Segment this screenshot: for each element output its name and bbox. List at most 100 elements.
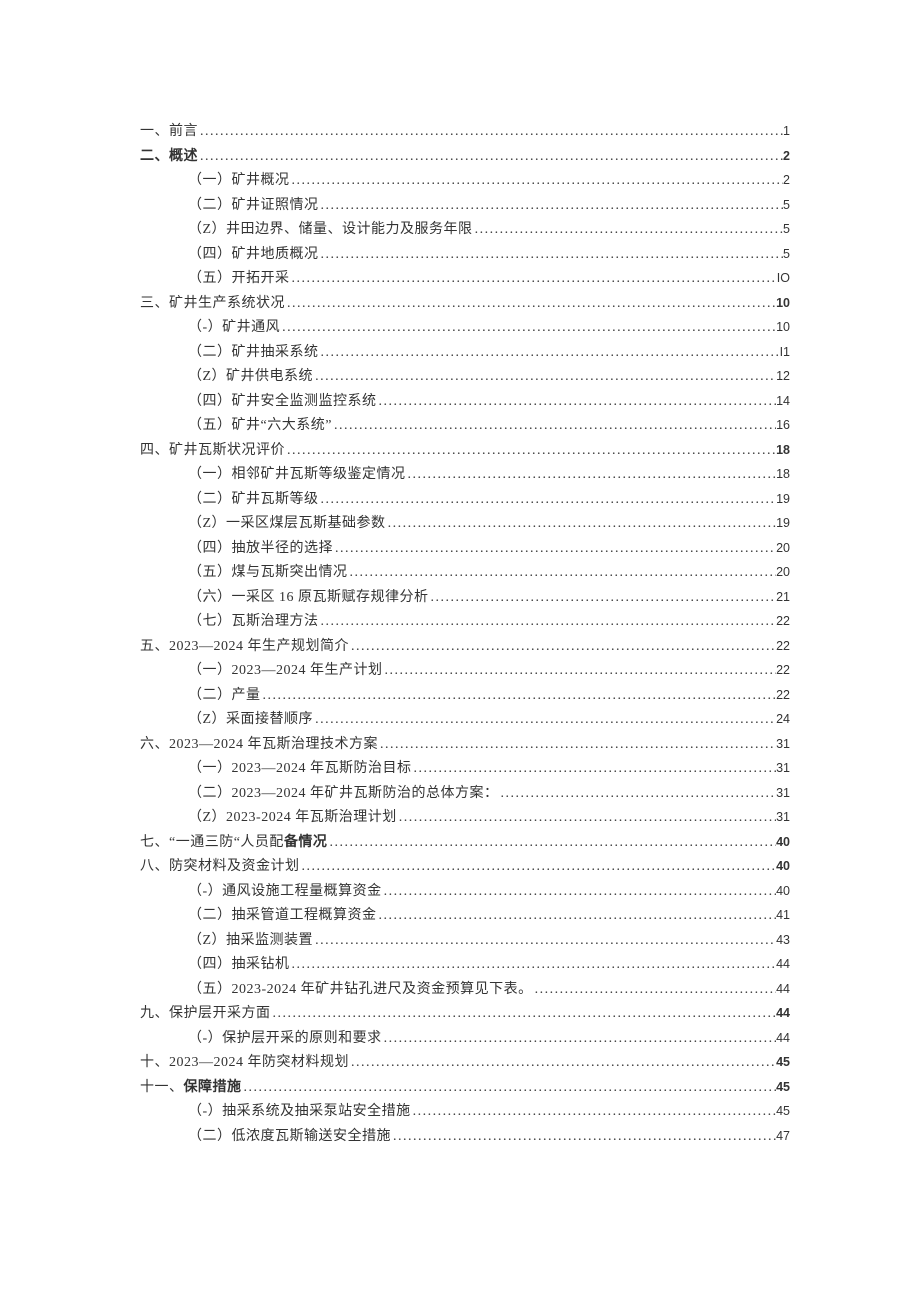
toc-entry: （一）2023—2024 年瓦斯防治目标 31 [188, 757, 790, 782]
toc-entry: （四）矿井安全监测监控系统 14 [188, 390, 790, 415]
toc-entry: 六、2023—2024 年瓦斯治理技术方案31 [140, 733, 790, 758]
toc-label: （四）抽放半径的选择 [188, 537, 333, 562]
toc-page: 21 [776, 587, 790, 609]
toc-entry: （Z）矿井供电系统12 [188, 365, 790, 390]
toc-entry: （五）2023-2024 年矿井钻孔进尺及资金预算见下表。 44 [188, 978, 790, 1003]
toc-leader [397, 806, 776, 831]
toc-label: 十、2023—2024 年防突材料规划 [140, 1051, 349, 1076]
toc-page: 22 [776, 685, 790, 707]
toc-leader [378, 733, 776, 758]
toc-page: 44 [776, 954, 790, 976]
toc-label: （Z）抽采监测装置 [188, 929, 313, 954]
toc-label: （四）矿井安全监测监控系统 [188, 390, 377, 415]
toc-entry: （一）矿井概况2 [188, 169, 790, 194]
toc-label: 五、2023—2024 年生产规划简介 [140, 635, 349, 660]
toc-leader [386, 512, 777, 537]
toc-label: （二）2023—2024 年矿井瓦斯防治的总体方案： [188, 782, 499, 807]
toc-leader [377, 904, 777, 929]
toc-page: 20 [776, 538, 790, 560]
toc-leader [319, 610, 777, 635]
toc-leader [285, 439, 776, 464]
toc-label: 四、矿井瓦斯状况评价 [140, 439, 285, 464]
toc-entry: 五、2023—2024 年生产规划简介22 [140, 635, 790, 660]
toc-label: （-）通风设施工程量概算资金 [188, 880, 382, 905]
toc-leader [280, 316, 776, 341]
toc-leader [242, 1076, 777, 1101]
toc-entry: 八、防突材料及资金计划 40 [140, 855, 790, 880]
toc-leader [271, 1002, 777, 1027]
toc-leader [391, 1125, 776, 1150]
toc-page: 18 [776, 464, 790, 486]
toc-leader [333, 537, 776, 562]
toc-entry: （二）2023—2024 年矿井瓦斯防治的总体方案：31 [188, 782, 790, 807]
toc-page: 5 [783, 195, 790, 217]
toc-entry: 七、“一通三防“人员配备情况 40 [140, 831, 790, 856]
toc-page: 14 [776, 391, 790, 413]
toc-entry: （五）矿井“六大系统”16 [188, 414, 790, 439]
toc-page: 19 [776, 489, 790, 511]
toc-leader [348, 561, 777, 586]
toc-page: 47 [776, 1126, 790, 1148]
toc-entry: 九、保护层开采方面44 [140, 1002, 790, 1027]
toc-page: 20 [776, 562, 790, 584]
toc-label: （Z）井田边界、储量、设计能力及服务年限 [188, 218, 473, 243]
toc-page: 45 [776, 1077, 790, 1099]
toc-label: （五）矿井“六大系统” [188, 414, 332, 439]
toc-label: 七、“一通三防“人员配备情况 [140, 831, 327, 856]
toc-entry: （Z）采面接替顺序24 [188, 708, 790, 733]
toc-entry: （四）抽放半径的选择 20 [188, 537, 790, 562]
toc-label: （二）低浓度瓦斯输送安全措施 [188, 1125, 391, 1150]
toc-entry: （-）保护层开采的原则和要求44 [188, 1027, 790, 1052]
toc-page: 24 [776, 709, 790, 731]
toc-label: （五）2023-2024 年矿井钻孔进尺及资金预算见下表。 [188, 978, 533, 1003]
toc-page: 40 [776, 832, 790, 854]
toc-leader [319, 488, 777, 513]
toc-label: （二）矿井瓦斯等级 [188, 488, 319, 513]
toc-label: 十一、保障措施 [140, 1076, 242, 1101]
toc-label: （二）抽采管道工程概算资金 [188, 904, 377, 929]
toc-leader [349, 635, 776, 660]
toc-page: 5 [783, 244, 790, 266]
toc-leader [313, 929, 776, 954]
toc-entry: （四）矿井地质概况 5 [188, 243, 790, 268]
toc-label: （四）矿井地质概况 [188, 243, 319, 268]
toc-leader [382, 880, 776, 905]
table-of-contents: 一、前言1二、概述2（一）矿井概况2（二）矿井证照情况5（Z）井田边界、储量、设… [140, 120, 790, 1149]
toc-entry: 二、概述2 [140, 145, 790, 170]
toc-leader [319, 243, 784, 268]
toc-entry: （五）开拓开采IO [188, 267, 790, 292]
toc-page: 45 [776, 1052, 790, 1074]
toc-page: 5 [783, 219, 790, 241]
toc-page: 40 [776, 856, 790, 878]
toc-page: I1 [780, 342, 790, 364]
toc-leader [349, 1051, 776, 1076]
toc-entry: （五）煤与瓦斯突出情况20 [188, 561, 790, 586]
toc-leader [382, 1027, 776, 1052]
toc-leader [499, 782, 777, 807]
toc-page: 31 [776, 758, 790, 780]
toc-label: （七）瓦斯治理方法 [188, 610, 319, 635]
toc-page: 44 [776, 1028, 790, 1050]
toc-entry: 十一、保障措施 45 [140, 1076, 790, 1101]
toc-label: （二）矿井抽采系统 [188, 341, 319, 366]
toc-page: 44 [776, 979, 790, 1001]
toc-label: 一、前言 [140, 120, 198, 145]
toc-label: （一）2023—2024 年瓦斯防治目标 [188, 757, 412, 782]
toc-leader [261, 684, 777, 709]
toc-leader [327, 831, 776, 856]
toc-entry: （-）抽采系统及抽采泵站安全措施45 [188, 1100, 790, 1125]
toc-leader [429, 586, 777, 611]
toc-leader [290, 953, 777, 978]
toc-page: 41 [776, 905, 790, 927]
toc-leader [377, 390, 777, 415]
toc-leader [198, 145, 783, 170]
toc-entry: （二）抽采管道工程概算资金 41 [188, 904, 790, 929]
toc-label: 八、防突材料及资金计划 [140, 855, 300, 880]
toc-label: （一）相邻矿井瓦斯等级鉴定情况 [188, 463, 406, 488]
toc-label: （二）矿井证照情况 [188, 194, 319, 219]
toc-entry: （七）瓦斯治理方法22 [188, 610, 790, 635]
toc-label: （四）抽采钻机 [188, 953, 290, 978]
toc-entry: （-）通风设施工程量概算资金40 [188, 880, 790, 905]
toc-entry: 四、矿井瓦斯状况评价18 [140, 439, 790, 464]
toc-page: 31 [776, 734, 790, 756]
